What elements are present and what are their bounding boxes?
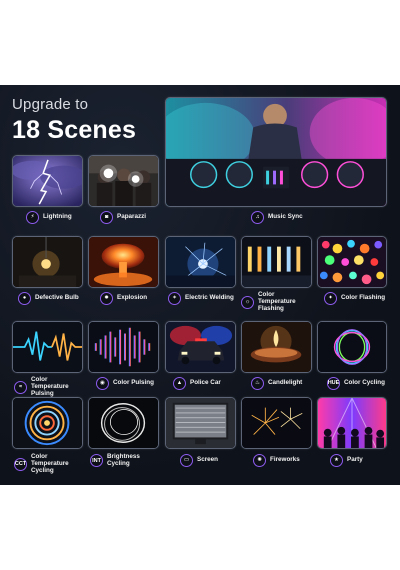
scene-label-electric-welding[interactable]: ✶ Electric Welding <box>168 292 240 305</box>
scene-label-explosion[interactable]: ✹ Explosion <box>100 292 160 305</box>
party-image <box>317 397 387 449</box>
paparazzi-image <box>88 155 159 207</box>
screen-image <box>165 397 236 449</box>
scene-label-defective-bulb[interactable]: ● Defective Bulb <box>18 292 88 305</box>
scene-label-color-temperature-cycling[interactable]: CCT Color Temperature Cycling <box>14 453 86 475</box>
fireworks-image <box>241 397 312 449</box>
candlelight-image <box>241 321 312 373</box>
scene-label-police-car[interactable]: ▲ Police Car <box>173 377 235 390</box>
scene-label-brightness-cycling[interactable]: INT Brightness Cycling <box>90 453 162 468</box>
scene-label-color-flashing[interactable]: ✦ Color Flashing <box>324 292 394 305</box>
pulse-icon: ◉ <box>96 377 109 390</box>
music-sync-image <box>165 97 387 207</box>
upgrade-text: Upgrade to <box>12 96 89 113</box>
police-light-icon: ▲ <box>173 377 186 390</box>
police-car-image <box>165 321 236 373</box>
wave-icon: ≈ <box>14 380 27 394</box>
fireworks-icon: ✺ <box>253 454 266 467</box>
spark-icon: ✶ <box>168 292 181 305</box>
brightness-cycling-image <box>88 397 159 449</box>
scene-label-party[interactable]: ★ Party <box>330 454 380 467</box>
scene-label-color-temperature-flashing[interactable]: ☼ Color Temperature Flashing <box>241 291 313 313</box>
flame-icon: ♨ <box>251 377 264 390</box>
electric-welding-image <box>165 236 236 288</box>
party-icon: ★ <box>330 454 343 467</box>
music-note-icon: ♫ <box>251 211 264 224</box>
scene-label-lightning[interactable]: ⚡ Lightning <box>26 211 86 224</box>
lightning-image <box>12 155 83 207</box>
camera-icon: ◙ <box>100 211 113 224</box>
color-temperature-pulsing-image <box>12 321 83 373</box>
cct-badge: CCT <box>14 457 27 471</box>
color-flashing-image <box>317 236 387 288</box>
screen-icon: ▭ <box>180 454 193 467</box>
bulb-icon: ● <box>18 292 31 305</box>
int-badge: INT <box>90 454 103 468</box>
scene-label-paparazzi[interactable]: ◙ Paparazzi <box>100 211 160 224</box>
scenes-headline: 18 Scenes <box>12 116 137 144</box>
color-temperature-flashing-image <box>241 236 312 288</box>
scene-label-fireworks[interactable]: ✺ Fireworks <box>253 454 313 467</box>
color-cycling-image <box>317 321 387 373</box>
scene-label-music-sync[interactable]: ♫ Music Sync <box>251 211 321 224</box>
color-pulsing-image <box>88 321 159 373</box>
color-temperature-cycling-image <box>12 397 83 449</box>
lightning-icon: ⚡ <box>26 211 39 224</box>
defective-bulb-image <box>12 236 83 288</box>
hue-badge: HUE <box>327 377 340 390</box>
scene-label-color-cycling[interactable]: HUE Color Cycling <box>327 377 393 390</box>
color-temperature-icon: ☼ <box>241 295 254 309</box>
explosion-image <box>88 236 159 288</box>
color-flash-icon: ✦ <box>324 292 337 305</box>
scene-label-screen[interactable]: ▭ Screen <box>180 454 230 467</box>
scene-label-candlelight[interactable]: ♨ Candlelight <box>251 377 313 390</box>
scene-label-color-temperature-pulsing[interactable]: ≈ Color Temperature Pulsing <box>14 376 86 398</box>
scene-label-color-pulsing[interactable]: ◉ Color Pulsing <box>96 377 162 390</box>
bomb-icon: ✹ <box>100 292 113 305</box>
